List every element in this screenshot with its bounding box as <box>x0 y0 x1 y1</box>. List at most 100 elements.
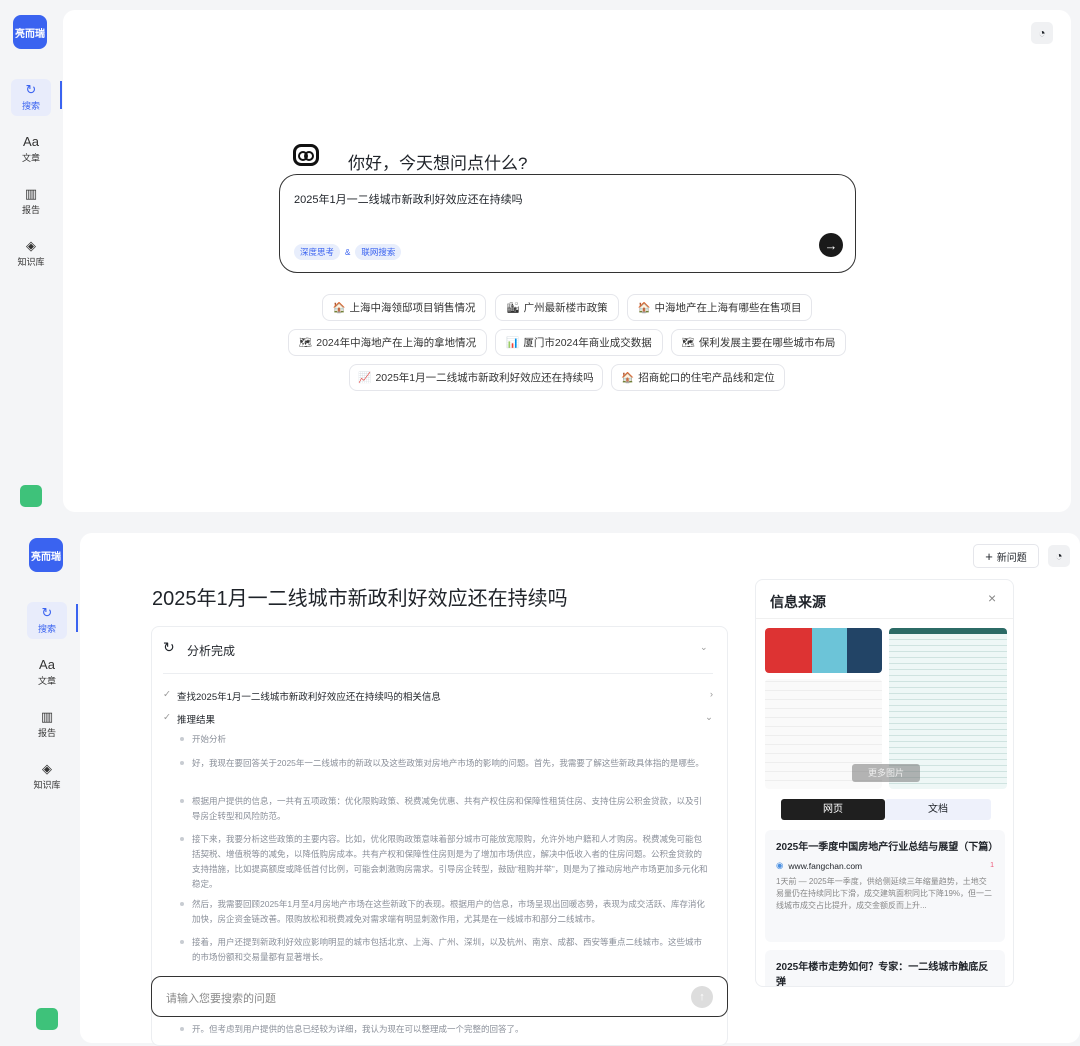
reasoning-item: 然后，我需要回顾2025年1月至4月房地产市场在这些新政下的表现。根据用户的信息… <box>178 897 708 927</box>
reasoning-item: 接着，用户还提到新政利好效应影响明显的城市包括北京、上海、广州、深圳，以及杭州、… <box>178 935 708 965</box>
close-icon[interactable]: × <box>988 590 996 606</box>
sidebar-item-article[interactable]: Aa 文章 <box>11 131 51 168</box>
cube-icon: ◈ <box>42 761 52 776</box>
chip-label: 招商蛇口的住宅产品线和定位 <box>638 372 775 384</box>
chip-label: 2025年1月一二线城市新政利好效应还在持续吗 <box>375 372 594 384</box>
check-icon: ✓ <box>163 689 171 700</box>
tab-docs[interactable]: 文档 <box>885 799 991 820</box>
suggestion-chip[interactable]: 📊 厦门市2024年商业成交数据 <box>495 329 663 356</box>
user-avatar[interactable] <box>20 485 42 507</box>
source-title[interactable]: 2025年一季度中国房地产行业总结与展望（下篇） <box>776 840 998 855</box>
sidebar-item-article[interactable]: Aa 文章 <box>27 654 67 691</box>
greeting: 你好，今天想问点什么? <box>348 154 528 173</box>
chip-label: 中海地产在上海有哪些在售项目 <box>654 302 802 314</box>
send-button[interactable]: → <box>819 233 843 257</box>
divider <box>756 618 1013 619</box>
history-icon[interactable]: ◔ <box>1031 22 1053 44</box>
source-site: www.fangchan.com <box>788 860 863 871</box>
text-ai-icon: Aa <box>23 134 39 149</box>
collapse-chevron-icon[interactable]: ⌄ <box>700 642 708 653</box>
chip-label: 保利发展主要在哪些城市布局 <box>698 337 836 349</box>
reasoning-item: 好，我现在要回答关于2025年一二线城市的新政以及这些政策对房地产市场的影响的问… <box>178 756 708 771</box>
sidebar-item-search[interactable]: ↻ 搜索 <box>11 79 51 116</box>
home-card: ◔ 你好，今天想问点什么? 2025年1月一二线城市新政利好效应还在持续吗 深度… <box>63 10 1071 512</box>
deep-think-toggle[interactable]: 深度思考 <box>294 244 341 260</box>
search-spark-icon: ↻ <box>41 605 53 620</box>
tag-joiner: & <box>345 247 351 257</box>
sidebar-item-report[interactable]: ▥ 报告 <box>27 706 67 743</box>
nav-label: 知识库 <box>17 257 45 267</box>
suggestion-chip[interactable]: 🗺 保利发展主要在哪些城市布局 <box>671 329 846 356</box>
history-icon[interactable]: ◔ <box>1048 545 1070 567</box>
new-question-button[interactable]: + 新问题 <box>973 544 1039 568</box>
source-title[interactable]: 2025年楼市走势如何？专家：一二线城市触底反弹 <box>776 960 994 986</box>
divider <box>163 673 713 674</box>
tab-web[interactable]: 网页 <box>781 799 885 820</box>
report-chart-icon: ▥ <box>40 709 54 724</box>
house-icon: 🏠 <box>637 302 651 314</box>
suggestion-chip[interactable]: 🏙 广州最新楼市政策 <box>495 294 619 321</box>
top-screen: 亮而瑞 ↻ 搜索 Aa 文章 ▥ 报告 ◈ 知识库 ◔ 你好，今天想问点什么? 2025… <box>0 0 1080 520</box>
step-item[interactable]: ✓ 查找2025年1月一二线城市新政利好效应还在持续吗的相关信息 › <box>163 689 713 703</box>
suggestion-chip[interactable]: 📈 2025年1月一二线城市新政利好效应还在持续吗 <box>349 364 603 391</box>
source-index: 1 <box>990 862 994 869</box>
chip-label: 广州最新楼市政策 <box>523 302 608 314</box>
active-indicator <box>60 81 62 109</box>
report-chart-icon: ▥ <box>24 186 38 201</box>
mode-tags: 深度思考 & 联网搜索 <box>294 244 402 260</box>
sidebar-item-knowledge[interactable]: ◈ 知识库 <box>27 758 67 795</box>
suggestion-chip[interactable]: 🏠 招商蛇口的住宅产品线和定位 <box>611 364 785 391</box>
reasoning-item: 根据用户提供的信息，一共有五项政策：优化限购政策、税费减免优惠、共有产权住房和保… <box>178 794 708 824</box>
chevron-down-icon: ⌄ <box>705 712 713 723</box>
source-item[interactable]: 2025年一季度中国房地产行业总结与展望（下篇） ◉ www.fangchan.… <box>765 830 1005 942</box>
result-title: 2025年1月一二线城市新政利好效应还在持续吗 <box>152 588 568 610</box>
robot-mascot-icon <box>293 144 319 166</box>
nav-label: 搜索 <box>37 624 56 634</box>
brand-logo[interactable]: 亮而瑞 <box>29 538 63 572</box>
bar-chart-icon: 📊 <box>506 337 520 349</box>
globe-icon: ◉ <box>776 860 784 870</box>
search-input[interactable]: 请输入您要搜索的问题 <box>166 990 276 1006</box>
plus-icon: + <box>985 548 993 564</box>
text-ai-icon: Aa <box>39 657 55 672</box>
step-label: 查找2025年1月一二线城市新政利好效应还在持续吗的相关信息 <box>176 692 441 703</box>
search-input-box[interactable]: 请输入您要搜索的问题 ↑ <box>151 976 728 1017</box>
bottom-screen: 亮而瑞 ↻ 搜索 Aa 文章 ▥ 报告 ◈ 知识库 + 新问题 ◔ 2025年1月一二线城… <box>0 522 1080 1046</box>
city-icon: 🏙 <box>506 302 520 314</box>
step-item[interactable]: ✓ 推理结果 ⌄ <box>163 712 713 726</box>
nav-label: 文章 <box>37 676 56 686</box>
house-icon: 🏠 <box>621 372 635 384</box>
query-input[interactable]: 2025年1月一二线城市新政利好效应还在持续吗 <box>294 191 523 207</box>
sidebar-item-report[interactable]: ▥ 报告 <box>11 183 51 220</box>
analysis-status: 分析完成 <box>187 644 236 658</box>
suggestion-chip[interactable]: 🗺 2024年中海地产在上海的拿地情况 <box>288 329 487 356</box>
query-box[interactable]: 2025年1月一二线城市新政利好效应还在持续吗 深度思考 & 联网搜索 → <box>279 174 856 273</box>
chart-image-thumbnail[interactable] <box>765 628 882 673</box>
nav-label: 搜索 <box>21 101 40 111</box>
nav-label: 报告 <box>37 728 56 738</box>
chip-label: 厦门市2024年商业成交数据 <box>523 337 652 349</box>
chip-label: 上海中海领邸项目销售情况 <box>349 302 476 314</box>
reasoning-item: 开。但考虑到用户提供的信息已经较为详细，我认为现在可以整理成一个完整的回答了。 <box>178 1022 708 1037</box>
brand-logo[interactable]: 亮而瑞 <box>13 15 47 49</box>
new-question-label: 新问题 <box>996 552 1027 564</box>
sidebar-item-knowledge[interactable]: ◈ 知识库 <box>11 235 51 272</box>
sidebar-item-search[interactable]: ↻ 搜索 <box>27 602 67 639</box>
trend-icon: 📈 <box>358 372 372 384</box>
more-images-button[interactable]: 更多图片 <box>852 764 920 782</box>
cube-icon: ◈ <box>26 238 36 253</box>
web-search-toggle[interactable]: 联网搜索 <box>355 244 402 260</box>
user-avatar[interactable] <box>36 1008 58 1030</box>
logo-text: 亮而瑞 <box>15 28 45 40</box>
reasoning-item: 开始分析 <box>178 732 708 747</box>
source-snippet: 1天前 — 2025年一季度，供给侧延续三年缩量趋势，土地交易量仍在持续同比下滑… <box>776 877 993 910</box>
house-icon: 🏠 <box>332 302 346 314</box>
suggestion-chip[interactable]: 🏠 中海地产在上海有哪些在售项目 <box>627 294 812 321</box>
chip-label: 2024年中海地产在上海的拿地情况 <box>316 337 477 349</box>
send-button[interactable]: ↑ <box>691 986 713 1008</box>
source-item[interactable]: 2025年楼市走势如何？专家：一二线城市触底反弹 <box>765 950 1005 986</box>
sources-panel: 信息来源 × 更多图片 网页 文档 2025年一季度中国房地产行业总结与展望（下… <box>755 579 1014 987</box>
map-icon: 🗺 <box>681 337 695 349</box>
nav-label: 报告 <box>21 205 40 215</box>
suggestion-chip[interactable]: 🏠 上海中海领邸项目销售情况 <box>322 294 486 321</box>
